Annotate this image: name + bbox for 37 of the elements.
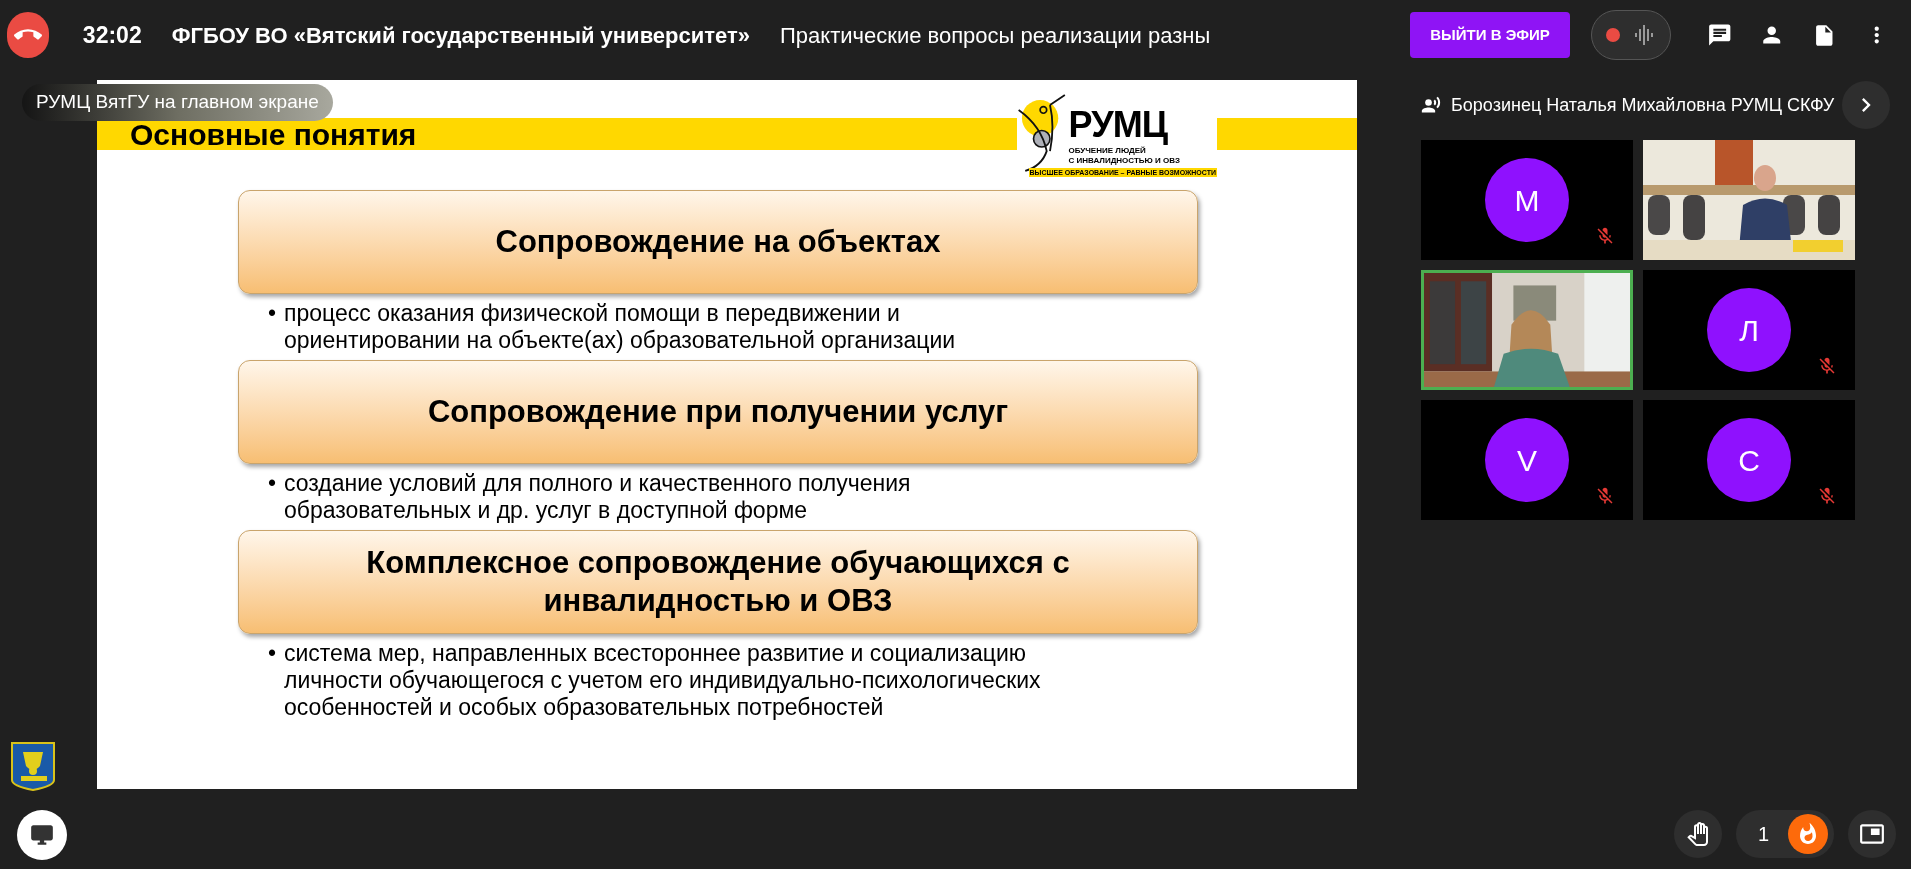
- raise-hand-button[interactable]: [1674, 810, 1722, 858]
- event-title: Практические вопросы реализации разны: [780, 22, 1211, 48]
- avatar-initial: С: [1707, 418, 1791, 502]
- screen-label: РУМЦ ВятГУ на главном экране: [22, 84, 333, 121]
- recording-toggle[interactable]: [1590, 10, 1671, 60]
- avatar-initial: Л: [1707, 288, 1791, 372]
- picture-in-picture-button[interactable]: [1848, 810, 1896, 858]
- participant-tile[interactable]: Л: [1643, 270, 1855, 390]
- slide-title: Основные понятия: [130, 120, 417, 150]
- reactions-button[interactable]: 1: [1736, 810, 1834, 858]
- end-call-button[interactable]: [7, 12, 49, 58]
- avatar-initial: М: [1485, 158, 1569, 242]
- avatar-initial: V: [1485, 418, 1569, 502]
- speaker-icon: [1421, 95, 1441, 115]
- go-live-button[interactable]: ВЫЙТИ В ЭФИР: [1410, 12, 1570, 58]
- hand-icon: [1686, 822, 1710, 846]
- call-timer: 32:02: [82, 20, 142, 50]
- screen-share-button[interactable]: [16, 810, 67, 860]
- section-heading: Сопровождение при получении услуг: [238, 360, 1198, 464]
- logo-subtitle: С ИНВАЛИДНОСТЬЮ И ОВЗ: [1068, 156, 1181, 166]
- monitor-icon: [28, 822, 55, 848]
- participant-tile[interactable]: С: [1643, 400, 1855, 520]
- organization-title: ФГБОУ ВО «Вятский государственный университет»: [171, 21, 751, 50]
- bullet-marker: •: [268, 640, 278, 668]
- bullet-marker: •: [268, 300, 278, 328]
- bullet-marker: •: [268, 470, 278, 498]
- picture-in-picture-icon: [1859, 821, 1885, 847]
- section-description: создание условий для полного и качественного получения образовательных и др. услуг в доступной форме: [284, 470, 912, 524]
- participant-tile[interactable]: V: [1421, 400, 1633, 520]
- coat-of-arms-icon: [10, 742, 55, 792]
- section-heading: Сопровождение на объектах: [238, 190, 1198, 294]
- section-heading: Комплексное сопровождение обучающихся с инвалидностью и ОВЗ: [238, 530, 1198, 634]
- active-speaker-name: Борозинец Наталья Михайловна РУМЦ СКФУ: [1451, 93, 1835, 117]
- section-description: система мер, направленных всестороннее развитие и социализацию личности обучающегося с учетом его индивидуально-психологических особенностей и особых образовательных потребностей: [284, 640, 1042, 721]
- logo-subtitle: ОБУЧЕНИЕ ЛЮДЕЙ: [1068, 146, 1147, 156]
- participant-tile[interactable]: М: [1421, 140, 1633, 260]
- section-description: процесс оказания физической помощи в передвижении и ориентировании на объекте(ах) образовательной организации: [284, 300, 957, 354]
